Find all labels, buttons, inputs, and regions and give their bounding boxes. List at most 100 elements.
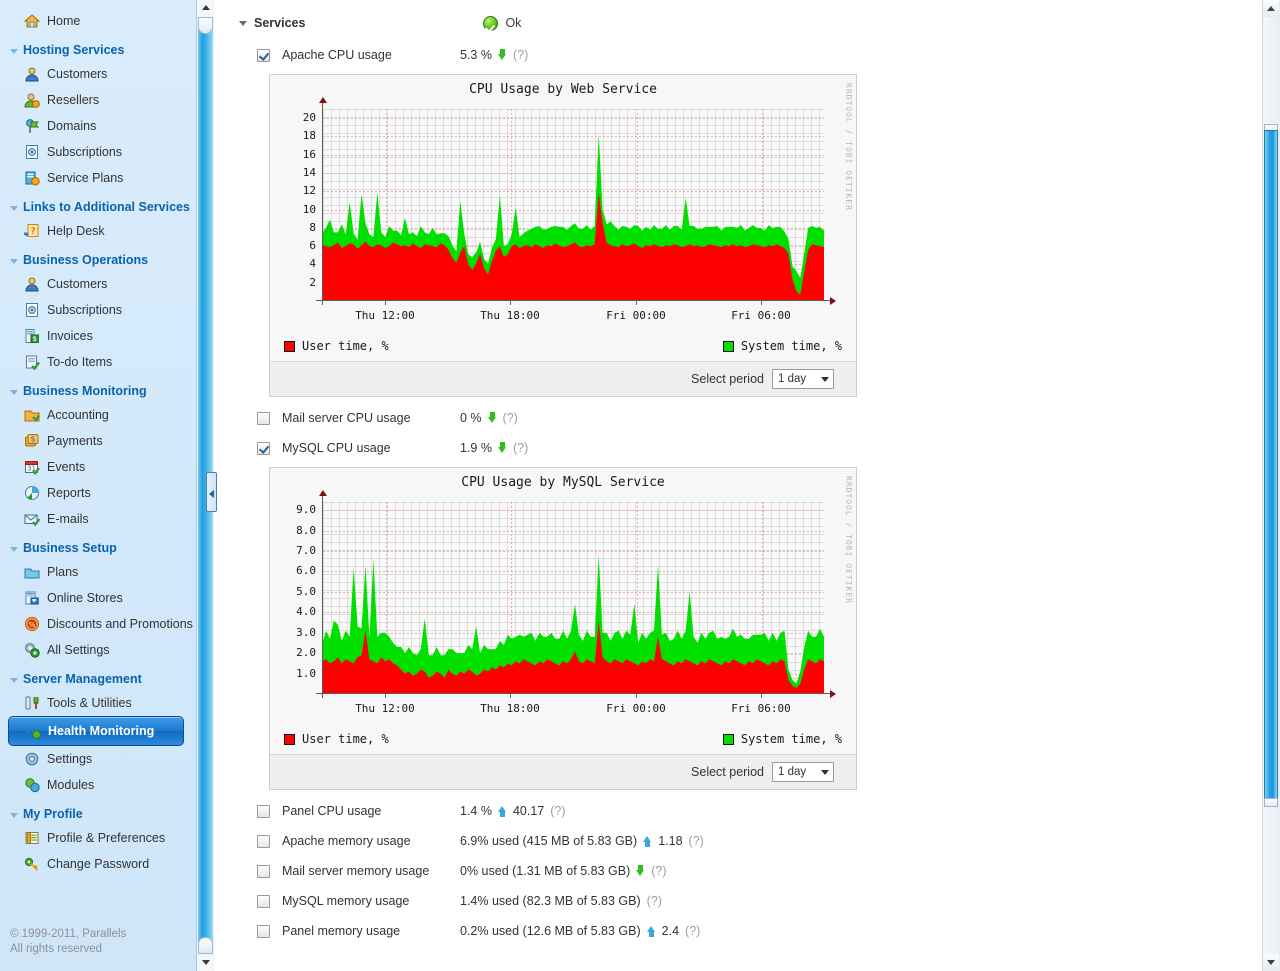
- help-link[interactable]: (?): [689, 834, 704, 848]
- page-scroll-down-arrow[interactable]: [1263, 954, 1279, 971]
- sidebar-item-domains[interactable]: Domains: [0, 113, 196, 139]
- sidebar-item-modules[interactable]: Modules: [0, 772, 196, 798]
- sidebar-item-events[interactable]: 31Events: [0, 454, 196, 480]
- collapse-triangle-icon[interactable]: [239, 21, 247, 26]
- chart-image-2: CPU Usage by MySQL ServiceRRDTOOL / TOBI…: [270, 468, 856, 755]
- sidebar-item-service-plans[interactable]: Service Plans: [0, 165, 196, 191]
- metric-checkbox[interactable]: [257, 835, 270, 848]
- metric-value: 6.9% used (415 MB of 5.83 GB): [460, 834, 637, 848]
- help-link[interactable]: (?): [685, 924, 700, 938]
- sidebar-scrollbar-thumb-top[interactable]: [198, 17, 213, 34]
- y-axis-tick-label: 1.0: [278, 667, 316, 680]
- help-link[interactable]: (?): [503, 411, 518, 425]
- sidebar-group-links-to-additional-services[interactable]: Links to Additional Services: [0, 191, 196, 218]
- metric-value: 1.4% used (82.3 MB of 5.83 GB): [460, 894, 641, 908]
- sidebar-item-subscriptions[interactable]: Subscriptions: [0, 297, 196, 323]
- sidebar-item-plans[interactable]: Plans: [0, 559, 196, 585]
- sidebar-item-change-password[interactable]: Change Password: [0, 851, 196, 877]
- sidebar-item-tools-utilities[interactable]: Tools & Utilities: [0, 690, 196, 716]
- metric-checkbox[interactable]: [257, 865, 270, 878]
- sidebar-group-hosting-services[interactable]: Hosting Services: [0, 34, 196, 61]
- help-link[interactable]: (?): [513, 441, 528, 455]
- metric-checkbox[interactable]: [257, 895, 270, 908]
- group-collapse-triangle-icon[interactable]: [10, 813, 18, 818]
- sidebar-item-all-settings[interactable]: All Settings: [0, 637, 196, 663]
- sidebar-item-customers[interactable]: Customers: [0, 61, 196, 87]
- help-link[interactable]: (?): [513, 48, 528, 62]
- sidebar-item-reports[interactable]: Reports: [0, 480, 196, 506]
- sidebar-item-label: Modules: [47, 775, 94, 795]
- sidebar-item-health-monitoring[interactable]: Health Monitoring: [8, 716, 184, 746]
- sidebar-item-payments[interactable]: $Payments: [0, 428, 196, 454]
- ok-check-icon: [483, 16, 498, 31]
- sidebar-scroll-up-arrow[interactable]: [198, 0, 213, 16]
- sidebar-item-label: Home: [47, 11, 80, 31]
- sidebar-scroll-down-arrow[interactable]: [198, 955, 213, 971]
- sidebar-group-label: Hosting Services: [23, 43, 124, 57]
- group-collapse-triangle-icon[interactable]: [10, 49, 18, 54]
- x-axis-tick: [636, 301, 637, 305]
- metric-name: MySQL memory usage: [282, 894, 460, 908]
- sidebar-item-customers[interactable]: Customers: [0, 271, 196, 297]
- period-select[interactable]: 1 day: [772, 369, 834, 389]
- page-scrollbar-thumb[interactable]: [1264, 130, 1278, 800]
- sidebar-splitter-handle[interactable]: [206, 472, 217, 512]
- chevron-down-icon[interactable]: [821, 377, 829, 382]
- page-scrollbar[interactable]: [1262, 0, 1280, 971]
- sidebar-item-discounts-and-promotions[interactable]: %Discounts and Promotions: [0, 611, 196, 637]
- metric-checkbox[interactable]: [257, 49, 270, 62]
- sidebar-group-my-profile[interactable]: My Profile: [0, 798, 196, 825]
- page-scrollbar-thumb-cap-bottom[interactable]: [1264, 798, 1278, 807]
- metric-checkbox[interactable]: [257, 925, 270, 938]
- group-collapse-triangle-icon[interactable]: [10, 547, 18, 552]
- graph-panel-2: CPU Usage by MySQL ServiceRRDTOOL / TOBI…: [269, 467, 857, 790]
- metrics-list: Apache CPU usage5.3 %(?)CPU Usage by Web…: [217, 40, 1263, 946]
- sidebar-item-e-mails[interactable]: E-mails: [0, 506, 196, 532]
- metric-extra-value: 40.17: [513, 804, 544, 818]
- services-section-header[interactable]: Services Ok: [239, 10, 1263, 36]
- sidebar-item-help-desk[interactable]: ?Help Desk: [0, 218, 196, 244]
- sidebar-item-accounting[interactable]: Accounting: [0, 402, 196, 428]
- group-collapse-triangle-icon[interactable]: [10, 259, 18, 264]
- tools-icon: [24, 695, 40, 711]
- sidebar-item-label: Change Password: [47, 854, 149, 874]
- sidebar-group-server-management[interactable]: Server Management: [0, 663, 196, 690]
- help-link[interactable]: (?): [550, 804, 565, 818]
- chart-series-layer: [322, 502, 824, 694]
- chevron-down-icon[interactable]: [821, 770, 829, 775]
- sidebar-group-business-operations[interactable]: Business Operations: [0, 244, 196, 271]
- sidebar-item-profile-preferences[interactable]: Profile & Preferences: [0, 825, 196, 851]
- all-settings-icon: [24, 642, 40, 658]
- sidebar-group-business-setup[interactable]: Business Setup: [0, 532, 196, 559]
- metric-checkbox[interactable]: [257, 805, 270, 818]
- section-title: Services: [254, 16, 305, 30]
- copyright-line-2: All rights reserved: [10, 942, 126, 957]
- group-collapse-triangle-icon[interactable]: [10, 206, 18, 211]
- group-collapse-triangle-icon[interactable]: [10, 390, 18, 395]
- sidebar-group-label: Server Management: [23, 672, 142, 686]
- group-collapse-triangle-icon[interactable]: [10, 678, 18, 683]
- sidebar-item-settings[interactable]: Settings: [0, 746, 196, 772]
- metric-checkbox[interactable]: [257, 412, 270, 425]
- help-link[interactable]: (?): [647, 894, 662, 908]
- sidebar-item-label: Accounting: [47, 405, 109, 425]
- sidebar-group-business-monitoring[interactable]: Business Monitoring: [0, 375, 196, 402]
- x-axis-tick: [385, 694, 386, 698]
- sidebar-item-label: Tools & Utilities: [47, 693, 132, 713]
- sidebar-item-resellers[interactable]: Resellers: [0, 87, 196, 113]
- metric-value: 5.3 %: [460, 48, 492, 62]
- metric-name: Apache CPU usage: [282, 48, 460, 62]
- sidebar-item-to-do-items[interactable]: To-do Items: [0, 349, 196, 375]
- chart-plot-area: [322, 502, 824, 694]
- metric-checkbox[interactable]: [257, 442, 270, 455]
- page-scroll-up-arrow[interactable]: [1263, 0, 1279, 17]
- sidebar-item-subscriptions[interactable]: Subscriptions: [0, 139, 196, 165]
- help-link[interactable]: (?): [651, 864, 666, 878]
- sidebar-item-invoices[interactable]: $Invoices: [0, 323, 196, 349]
- period-select[interactable]: 1 day: [772, 762, 834, 782]
- sidebar-item-label: All Settings: [47, 640, 110, 660]
- legend-swatch-icon: [723, 734, 734, 745]
- sidebar-item-online-stores[interactable]: Online Stores: [0, 585, 196, 611]
- sidebar-scrollbar-thumb-bottom[interactable]: [198, 937, 213, 954]
- sidebar-item-home[interactable]: Home: [0, 8, 196, 34]
